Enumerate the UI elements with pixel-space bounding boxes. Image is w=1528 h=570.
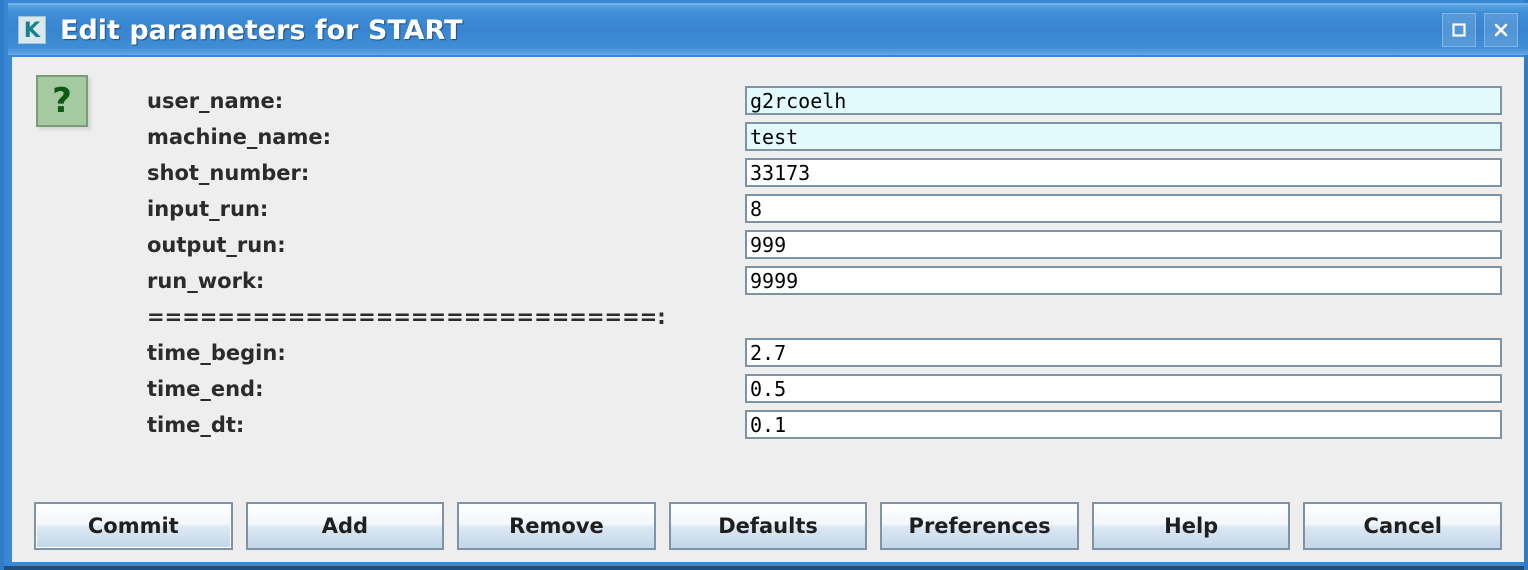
parameter-row: shot_number: (12, 155, 1524, 191)
parameter-label: time_dt: (147, 413, 245, 437)
parameter-input[interactable] (745, 266, 1502, 295)
parameter-row: time_dt: (12, 407, 1524, 443)
dialog-body: ? user_name:machine_name:shot_number:inp… (12, 57, 1524, 562)
maximize-icon (1452, 23, 1466, 37)
kepler-k-icon: K (18, 16, 46, 44)
parameter-label: time_begin: (147, 341, 286, 365)
title-bar[interactable]: K Edit parameters for START (8, 3, 1528, 55)
parameter-rows: user_name: machine_name: shot_number:input… (12, 83, 1524, 443)
close-icon (1494, 23, 1508, 37)
parameter-row: time_end: (12, 371, 1524, 407)
parameter-label: user_name: (147, 89, 284, 113)
cancel-button[interactable]: Cancel (1303, 502, 1503, 550)
parameter-input[interactable] (745, 86, 1502, 115)
window-controls (1442, 13, 1522, 47)
parameter-label: run_work: (147, 269, 265, 293)
window-title: Edit parameters for START (60, 14, 463, 46)
parameter-label: time_end: (147, 377, 264, 401)
remove-button[interactable]: Remove (457, 502, 656, 550)
parameter-row: time_begin: (12, 335, 1524, 371)
parameter-label: output_run: (147, 233, 286, 257)
parameter-label: machine_name: (147, 125, 331, 149)
dialog-window: K Edit parameters for START ? user_name:… (0, 0, 1528, 570)
parameter-input[interactable] (745, 410, 1502, 439)
parameter-input[interactable] (745, 194, 1502, 223)
add-button[interactable]: Add (245, 502, 445, 550)
parameter-input[interactable] (745, 122, 1502, 151)
parameter-row: user_name: (12, 83, 1524, 119)
maximize-button[interactable] (1442, 13, 1476, 47)
parameter-row: machine_name: (12, 119, 1524, 155)
parameter-row: run_work: (12, 263, 1524, 299)
parameter-input[interactable] (745, 158, 1502, 187)
help-button[interactable]: Help (1091, 502, 1291, 550)
close-button[interactable] (1484, 13, 1518, 47)
parameter-input[interactable] (745, 230, 1502, 259)
parameter-input[interactable] (745, 338, 1502, 367)
parameter-input[interactable] (745, 374, 1502, 403)
parameter-label: input_run: (147, 197, 269, 221)
parameter-label: shot_number: (147, 161, 310, 185)
button-bar: Commit Add Remove Defaults Preferences Help Ca… (12, 476, 1524, 562)
parameter-row: input_run: (12, 191, 1524, 227)
separator-row: =============================: (12, 299, 1524, 335)
separator-label: =============================: (147, 305, 666, 329)
preferences-button[interactable]: Preferences (880, 502, 1079, 550)
commit-button[interactable]: Commit (34, 502, 233, 550)
defaults-button[interactable]: Defaults (668, 502, 868, 550)
parameter-row: output_run: (12, 227, 1524, 263)
